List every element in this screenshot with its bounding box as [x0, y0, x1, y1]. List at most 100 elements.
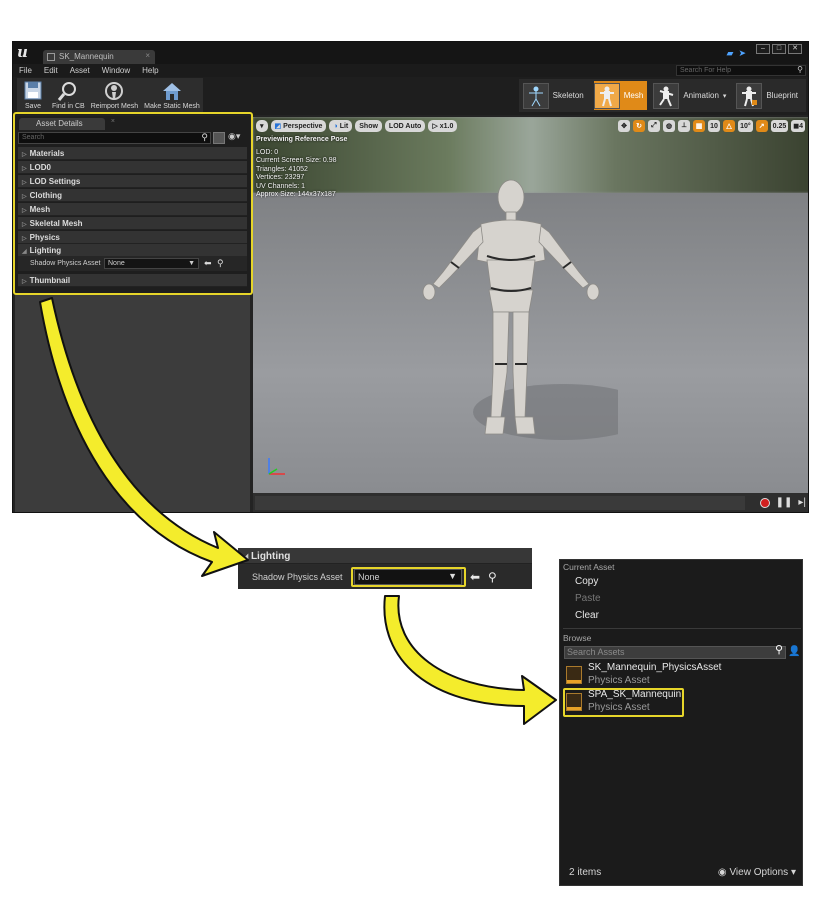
chat-icon[interactable]: ▰ [727, 48, 734, 59]
collapse-arrow-icon: ◢ [22, 249, 27, 255]
playback-speed-button[interactable]: ▷ x1.0 [428, 120, 458, 132]
lighting-category-header[interactable]: ◢ Lighting [238, 548, 532, 564]
help-search-input[interactable]: Search For Help ⚲ [676, 65, 806, 76]
show-button[interactable]: Show [355, 120, 382, 132]
close-tab-icon[interactable]: × [111, 118, 115, 125]
find-in-cb-button[interactable]: Find in CB [49, 78, 88, 114]
preview-viewport[interactable]: ▾ ◩ Perspective ◑ Lit Show LOD Auto ▷ x1.0 … [253, 117, 808, 493]
step-forward-icon[interactable]: ▸| [798, 497, 806, 508]
blueprint-mode-icon [736, 82, 763, 109]
grid-size-value[interactable]: 10 [708, 120, 721, 132]
camera-speed-value[interactable]: ◼ 4 [791, 120, 805, 132]
menu-help[interactable]: Help [136, 64, 164, 75]
category-clothing[interactable]: ▷ Clothing [18, 189, 247, 202]
category-mesh[interactable]: ▷ Mesh [18, 203, 247, 216]
asset-highlight-frame [563, 688, 684, 717]
eye-icon: ◉ [717, 867, 727, 878]
category-skeletal-mesh[interactable]: ▷ Skeletal Mesh [18, 217, 247, 230]
category-label: Physics [29, 233, 60, 242]
rotate-tool-icon[interactable]: ↻ [633, 120, 646, 132]
translate-tool-icon[interactable]: ✥ [618, 120, 631, 132]
search-icon: ⚲ [774, 644, 783, 656]
stat-lod: LOD: 0 [256, 148, 279, 156]
category-lod-settings[interactable]: ▷ LOD Settings [18, 175, 247, 188]
house-icon [162, 83, 181, 100]
menu-edit[interactable]: Edit [38, 64, 64, 75]
mode-animation[interactable]: Animation ▾ [653, 81, 730, 110]
use-selected-arrow-icon[interactable]: ⬅ [470, 570, 480, 584]
search-assets-input[interactable]: Search Assets ⚲ [564, 644, 786, 659]
menu-asset[interactable]: Asset [64, 64, 96, 75]
category-physics[interactable]: ▷ Physics [18, 231, 247, 244]
category-label: Skeletal Mesh [29, 219, 83, 228]
category-label: LOD Settings [29, 177, 81, 186]
details-search-input[interactable]: Search ⚲ [18, 132, 211, 144]
scale-snap-value[interactable]: 0.25 [770, 120, 789, 132]
menu-window[interactable]: Window [96, 64, 136, 75]
rotation-snap-icon[interactable]: △ [723, 120, 736, 132]
combo-highlight-frame [351, 567, 466, 587]
asset-details-tab[interactable]: Asset Details × [19, 118, 115, 130]
mannequin-character[interactable] [403, 172, 618, 462]
category-label: Clothing [29, 191, 63, 200]
physics-asset-icon [566, 666, 582, 684]
preview-title: Previewing Reference Pose [256, 136, 348, 143]
browse-search-icon[interactable]: ⚲ [217, 258, 224, 269]
use-selected-arrow-icon[interactable]: ⬅ [204, 258, 212, 269]
mode-animation-label: Animation [683, 91, 719, 100]
asset-list-item[interactable]: SK_Mannequin_PhysicsAsset Physics Asset [563, 662, 799, 688]
viewport-transform-tools: ✥ ↻ ⤢ ◍ ⟂ ▦ 10 △ 10° ↗ 0.25 ◼ 4 [618, 120, 805, 132]
category-thumbnail[interactable]: ▷ Thumbnail [18, 274, 247, 287]
reimport-mesh-button[interactable]: Reimport Mesh [88, 78, 141, 114]
shadow-physics-asset-combo[interactable]: None ▼ [104, 258, 199, 269]
minimize-button[interactable]: – [756, 44, 770, 54]
property-matrix-icon[interactable] [213, 132, 225, 144]
copy-menu-item[interactable]: Copy [575, 576, 598, 587]
view-options-button[interactable]: ◉ View Options ▾ [718, 867, 796, 878]
viewport-options-button[interactable]: ▾ [256, 120, 268, 132]
scale-tool-icon[interactable]: ⤢ [648, 120, 661, 132]
skeleton-mode-icon [522, 82, 549, 109]
browse-search-icon[interactable]: ⚲ [488, 570, 497, 584]
lighting-zoom-panel: ◢ Lighting Shadow Physics Asset None ▼ ⬅… [238, 548, 532, 589]
mode-skeleton[interactable]: Skeleton [522, 81, 588, 110]
mode-blueprint[interactable]: Blueprint [736, 81, 802, 110]
maximize-button[interactable]: □ [772, 44, 786, 54]
category-lod0[interactable]: ▷ LOD0 [18, 161, 247, 174]
item-count: 2 items [569, 867, 602, 878]
pin-icon[interactable]: ➤ [738, 48, 746, 59]
lit-button[interactable]: ◑ Lit [329, 120, 353, 132]
asset-list-item[interactable]: SPA_SK_Mannequin Physics Asset [563, 688, 799, 717]
menu-file[interactable]: File [13, 64, 38, 75]
scale-snap-icon[interactable]: ↗ [755, 120, 768, 132]
category-materials[interactable]: ▷ Materials [18, 147, 247, 160]
surface-snap-icon[interactable]: ⟂ [678, 120, 691, 132]
grid-snap-icon[interactable]: ▦ [693, 120, 706, 132]
mode-switcher: Skeleton Mesh Animation ▾ Blueprint [518, 79, 806, 112]
clear-menu-item[interactable]: Clear [575, 610, 599, 621]
asset-name: SK_Mannequin_PhysicsAsset [588, 662, 722, 673]
pause-icon[interactable]: ❚❚ [776, 497, 793, 508]
chevron-down-icon[interactable]: ▾ [723, 92, 727, 100]
world-space-icon[interactable]: ◍ [663, 120, 676, 132]
timeline-track[interactable] [255, 496, 745, 510]
perspective-button[interactable]: ◩ Perspective [270, 120, 327, 132]
save-button[interactable]: Save [17, 78, 49, 114]
paste-menu-item[interactable]: Paste [575, 593, 601, 604]
rotation-snap-value[interactable]: 10° [738, 120, 753, 132]
document-tab[interactable]: SK_Mannequin × [43, 50, 155, 64]
shadow-physics-asset-label: Shadow Physics Asset [252, 572, 343, 582]
record-button[interactable] [759, 497, 770, 508]
expand-arrow-icon: ▷ [22, 180, 27, 186]
mode-mesh[interactable]: Mesh [593, 81, 648, 110]
category-label: Thumbnail [29, 276, 71, 285]
make-static-mesh-button[interactable]: Make Static Mesh [141, 78, 203, 114]
stat-vertices: Vertices: 23297 [256, 174, 305, 181]
view-options-eye-icon[interactable]: ◉▾ [228, 131, 240, 142]
close-window-button[interactable]: ✕ [788, 44, 802, 54]
menu-separator [563, 628, 801, 629]
user-filter-icon[interactable]: 👤 [788, 646, 800, 657]
lod-auto-button[interactable]: LOD Auto [384, 120, 426, 132]
close-tab-icon[interactable]: × [145, 51, 150, 60]
asset-details-tab-label: Asset Details [36, 119, 83, 128]
